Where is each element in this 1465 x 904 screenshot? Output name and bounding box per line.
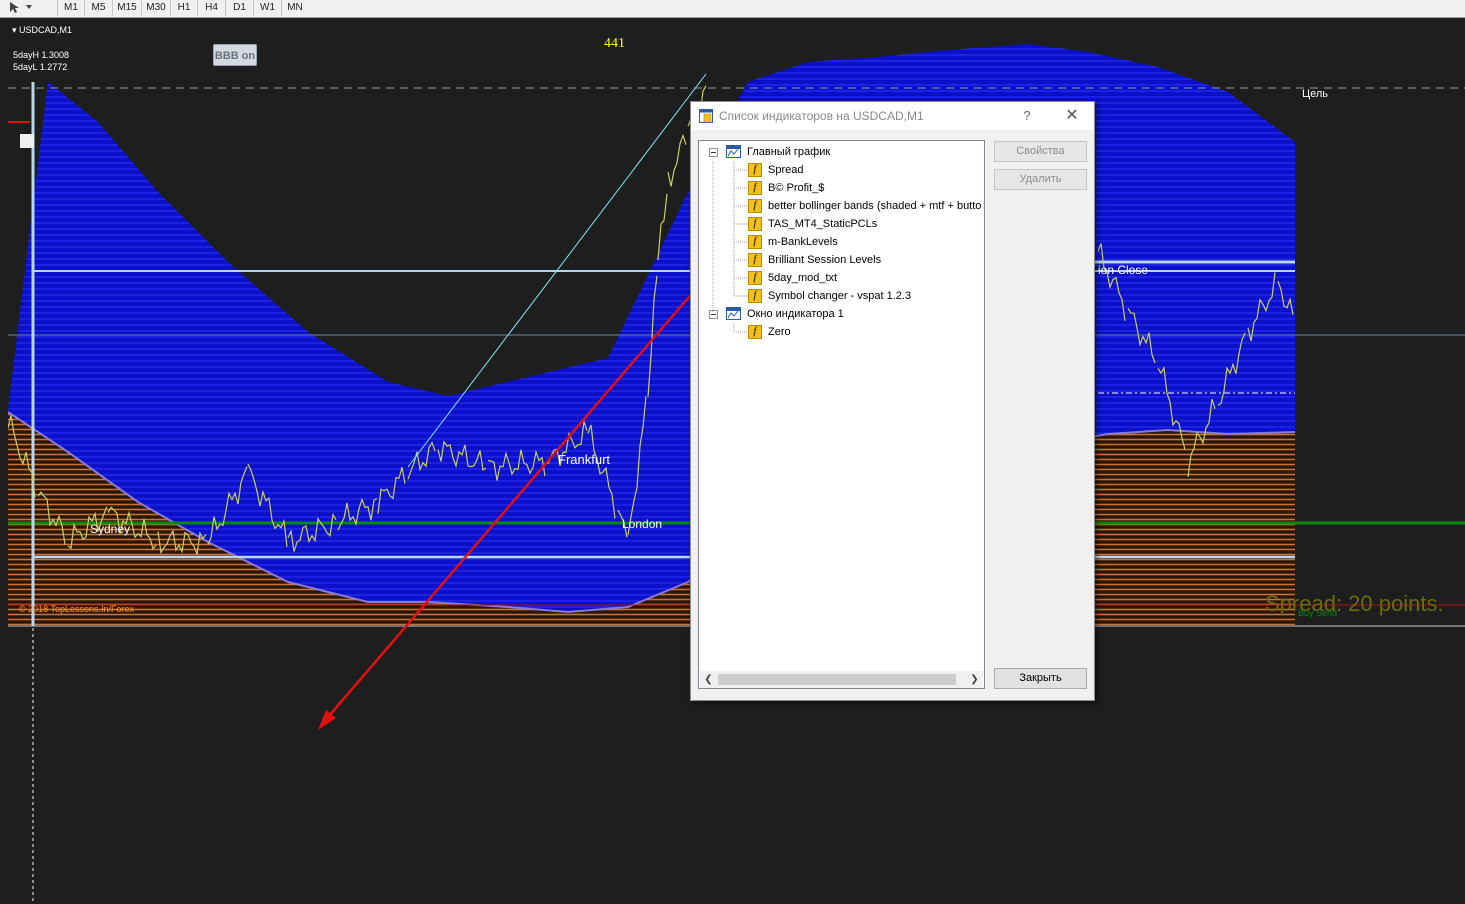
- timeframe-h1-button[interactable]: H1: [170, 0, 197, 16]
- price-series-segment: [667, 133, 687, 187]
- dialog-title-bar[interactable]: Список индикаторов на USDCAD,M1 ? ✕: [691, 102, 1094, 130]
- five-day-high-label: 5dayH 1.3008: [13, 50, 70, 60]
- close-icon[interactable]: ✕: [1063, 102, 1081, 130]
- bbb-toggle-button[interactable]: BBB on: [213, 44, 257, 66]
- timeframe-w1-button[interactable]: W1: [253, 0, 281, 16]
- session-close-label: ion Close: [1098, 263, 1149, 277]
- timeframe-m30-button[interactable]: M30: [141, 0, 170, 16]
- close-dialog-button[interactable]: Закрыть: [994, 668, 1087, 689]
- symbol-label: ▾ USDCAD,M1: [12, 25, 73, 35]
- indicator-label: Zero: [768, 326, 791, 338]
- frankfurt-session-label: Frankfurt: [558, 452, 611, 467]
- bar-counter: 441: [604, 36, 625, 51]
- indicator-label: better bollinger bands (shaded + mtf + b…: [768, 200, 982, 212]
- london-session-label: London: [622, 517, 663, 531]
- timeframe-mn-button[interactable]: MN: [281, 0, 308, 16]
- tree-group-label: Главный график: [747, 146, 831, 158]
- sydney-session-label: Sydney: [90, 522, 131, 536]
- timeframe-h4-button[interactable]: H4: [197, 0, 225, 16]
- target-label: Цель: [1302, 88, 1329, 100]
- red-arrowhead-icon: [318, 710, 336, 730]
- indicator-label: Symbol changer - vspat 1.2.3: [768, 290, 912, 302]
- timeframe-m15-button[interactable]: M15: [112, 0, 141, 16]
- five-day-low-label: 5dayL 1.2772: [13, 62, 68, 72]
- scroll-left-icon[interactable]: ❮: [700, 671, 717, 688]
- timeframe-m5-button[interactable]: M5: [84, 0, 112, 16]
- spread-label: Spread: 20 points.: [1265, 591, 1444, 616]
- collapse-arrow-icon[interactable]: ▾: [12, 25, 19, 35]
- scroll-thumb[interactable]: [718, 674, 956, 685]
- scroll-right-icon[interactable]: ❯: [966, 671, 983, 688]
- indicator-label: TAS_MT4_StaticPCLs: [768, 218, 878, 230]
- help-button[interactable]: ?: [1019, 102, 1035, 130]
- indicator-label: B© Profit_$: [768, 182, 825, 194]
- indicator-list-icon: [699, 109, 713, 123]
- tree-horizontal-scrollbar[interactable]: ❮ ❯: [700, 671, 983, 688]
- indicator-label: Brilliant Session Levels: [768, 254, 882, 266]
- indicator-tree[interactable]: Главный график f Spread f B© Profit_$ f better…: [698, 140, 985, 689]
- indicator-list-dialog: Список индикаторов на USDCAD,M1 ? ✕ Глав…: [690, 101, 1095, 701]
- properties-button[interactable]: Свойства: [994, 141, 1087, 162]
- timeframe-toolbar: M1 M5 M15 M30 H1 H4 D1 W1 MN: [0, 0, 1465, 18]
- timeframe-m1-button[interactable]: M1: [57, 0, 84, 16]
- drawing-tools-icon[interactable]: [2, 0, 46, 16]
- indicator-label: Spread: [768, 164, 804, 176]
- delete-button[interactable]: Удалить: [994, 169, 1087, 190]
- white-marker-box: [20, 134, 34, 148]
- tree-connector-lines: [712, 161, 747, 333]
- copyright-label: © 2018 TopLessons.In/Forex: [19, 604, 135, 614]
- dialog-title: Список индикаторов на USDCAD,M1: [719, 109, 924, 123]
- indicator-label: 5day_mod_txt: [768, 272, 838, 284]
- indicator-label: m-BankLevels: [768, 236, 838, 248]
- timeframe-d1-button[interactable]: D1: [225, 0, 253, 16]
- tree-group-label: Окно индикатора 1: [747, 308, 844, 320]
